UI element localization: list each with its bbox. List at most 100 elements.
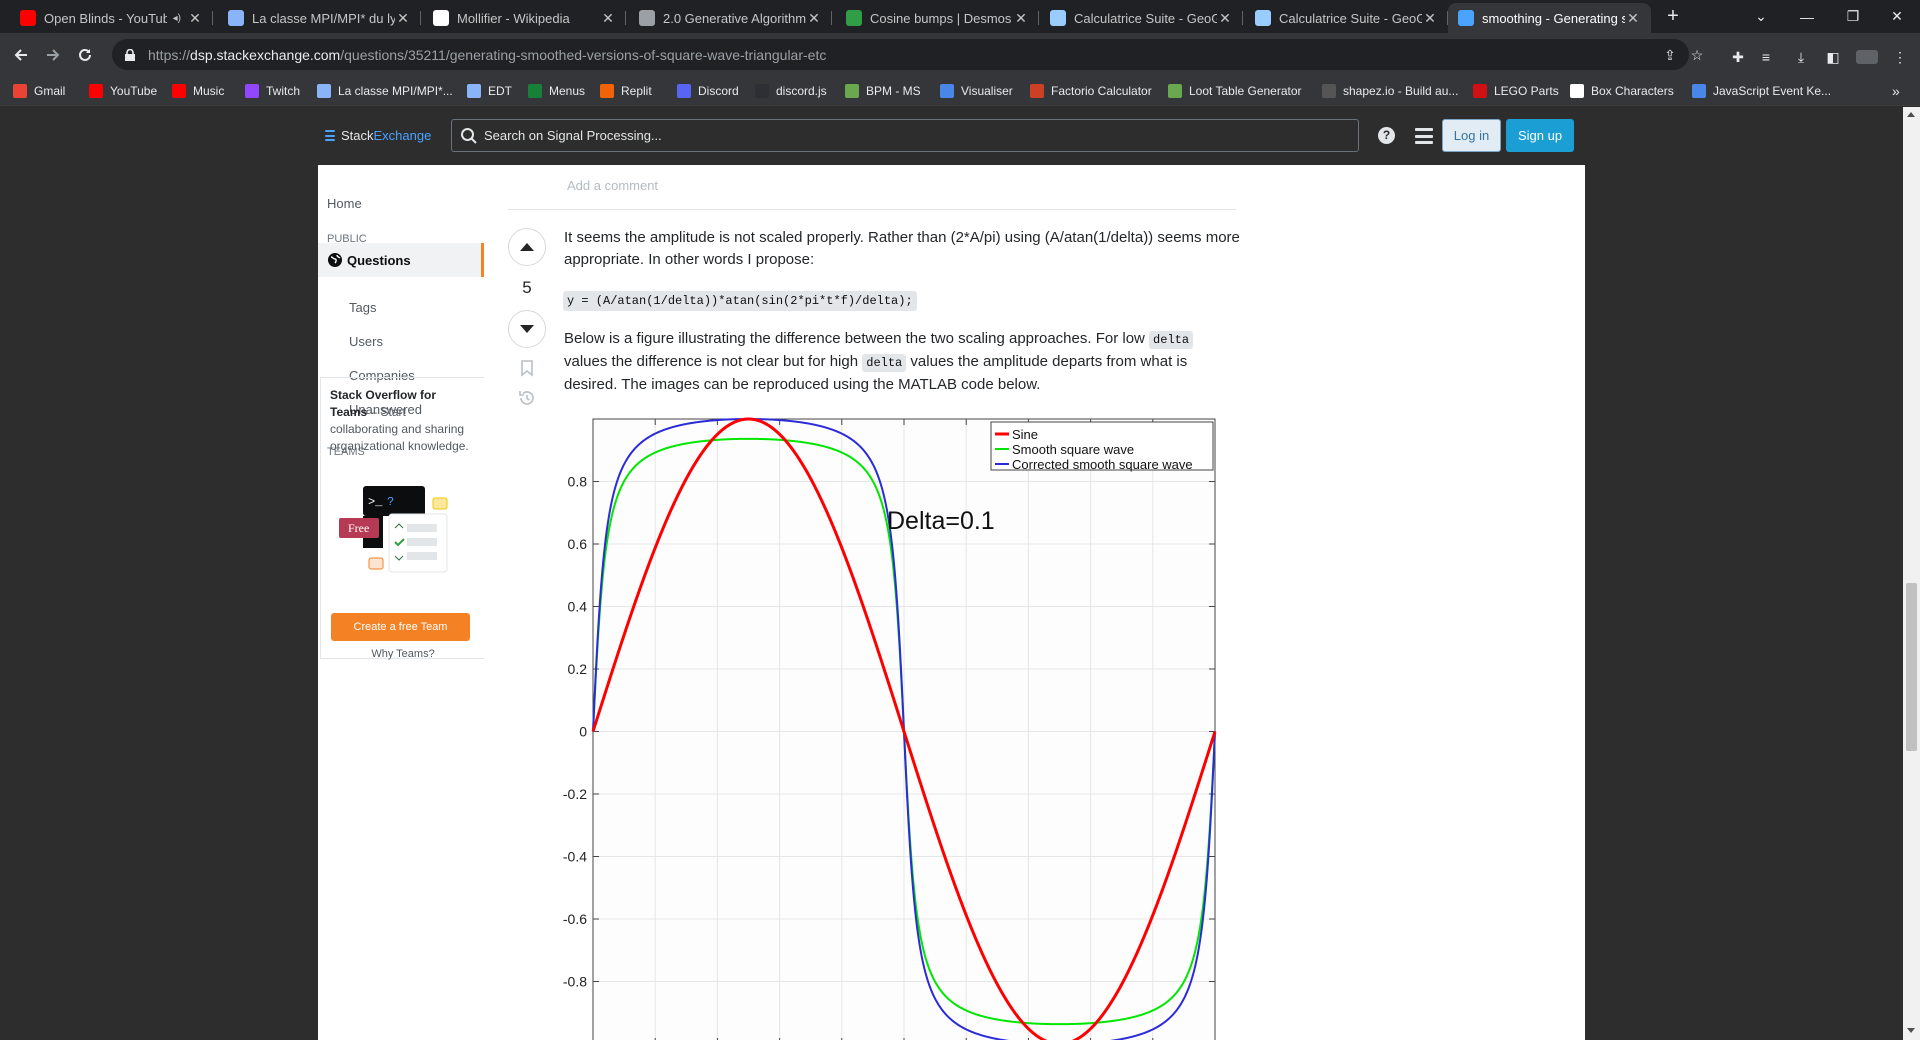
- browser-tab[interactable]: Open Blinds - YouTube ◂) ✕: [10, 3, 213, 33]
- bookmark-label: Loot Table Generator: [1189, 84, 1302, 98]
- tab-search-icon[interactable]: ⌄: [1738, 0, 1784, 33]
- scroll-up-icon[interactable]: [1907, 112, 1915, 117]
- side-panel-icon[interactable]: ◧: [1823, 48, 1843, 66]
- nav-home[interactable]: Home: [327, 196, 362, 211]
- tab-label: La classe MPI/MPI* du lycée: [252, 10, 395, 26]
- bookmark-item[interactable]: LEGO Parts: [1473, 83, 1559, 99]
- bookmark-favicon-icon: [317, 84, 331, 98]
- bookmark-item[interactable]: BPM - MS: [845, 83, 921, 99]
- bookmark-item[interactable]: Discord: [677, 83, 739, 99]
- bookmark-item[interactable]: EDT: [467, 83, 512, 99]
- bookmark-item[interactable]: shapez.io - Build au...: [1322, 83, 1458, 99]
- close-window-icon[interactable]: ✕: [1874, 0, 1920, 33]
- tab-close-icon[interactable]: ✕: [1422, 10, 1438, 27]
- menu-kebab-icon[interactable]: ⋮: [1890, 48, 1910, 66]
- reload-icon[interactable]: [71, 41, 99, 69]
- tab-separator: [420, 11, 421, 25]
- tab-close-icon[interactable]: ✕: [395, 10, 411, 27]
- browser-tab[interactable]: La classe MPI/MPI* du lycée✕: [218, 3, 421, 33]
- bookmark-item[interactable]: Replit: [600, 83, 652, 99]
- bookmark-item[interactable]: Box Characters: [1570, 83, 1674, 99]
- bookmark-favicon-icon: [1168, 84, 1182, 98]
- bookmarks-bar: Gmail YouTube Music Twitch La classe MPI/MPI…: [0, 76, 1920, 106]
- tab-close-icon[interactable]: ✕: [1217, 10, 1233, 27]
- bookmark-item[interactable]: Twitch: [245, 83, 300, 99]
- page-icon: [228, 10, 244, 26]
- tab-close-icon[interactable]: ✕: [1625, 10, 1641, 27]
- bookmark-item[interactable]: JavaScript Event Ke...: [1692, 83, 1831, 99]
- scroll-down-icon[interactable]: [1907, 1028, 1915, 1033]
- tab-close-icon[interactable]: ✕: [806, 10, 822, 27]
- geogebra-icon: [1255, 10, 1271, 26]
- new-tab-button[interactable]: +: [1659, 5, 1687, 29]
- site-search-box[interactable]: [451, 119, 1359, 152]
- wikipedia-icon: [433, 10, 449, 26]
- back-icon[interactable]: [7, 41, 35, 69]
- search-input[interactable]: [484, 128, 1344, 143]
- teams-promo: Stack Overflow for Teams – Start collabo…: [320, 377, 485, 660]
- restore-icon[interactable]: ❐: [1830, 0, 1876, 33]
- bookmark-label: discord.js: [776, 84, 827, 98]
- minimize-icon[interactable]: —: [1784, 0, 1830, 33]
- tab-close-icon[interactable]: ✕: [1013, 10, 1029, 27]
- lock-icon[interactable]: [124, 48, 136, 61]
- forward-icon[interactable]: [39, 41, 67, 69]
- tab-label: Calculatrice Suite - GeoGebra: [1279, 10, 1422, 26]
- address-bar[interactable]: https://dsp.stackexchange.com/questions/…: [112, 39, 1703, 70]
- tab-separator: [1038, 11, 1039, 25]
- stackexchange-logo[interactable]: Stack Exchange: [325, 128, 431, 143]
- why-teams-link[interactable]: Why Teams?: [321, 648, 485, 660]
- bookmark-item[interactable]: Loot Table Generator: [1168, 83, 1302, 99]
- bookmark-item[interactable]: Visualiser: [940, 83, 1013, 99]
- bookmark-item[interactable]: La classe MPI/MPI*...: [317, 83, 453, 99]
- downvote-button[interactable]: [508, 310, 546, 348]
- bookmark-label: Twitch: [266, 84, 301, 98]
- browser-tab[interactable]: Mollifier - Wikipedia ✕: [423, 3, 626, 33]
- nav-users[interactable]: Users: [349, 334, 383, 349]
- tab-close-icon[interactable]: ✕: [600, 10, 616, 27]
- bookmark-item[interactable]: discord.js: [755, 83, 827, 99]
- history-icon[interactable]: [518, 389, 536, 407]
- bookmarks-overflow-icon[interactable]: »: [1892, 83, 1900, 99]
- tab-separator: [1242, 11, 1243, 25]
- site-switcher-icon[interactable]: [1415, 128, 1433, 144]
- download-icon[interactable]: ⤓: [1791, 48, 1811, 66]
- answer-figure: -0.8 -0.6 -0.4 -0.2 0 0.2 0.4 0.6 0.8 Sine Smooth …: [548, 411, 1228, 1040]
- tab-label: Cosine bumps | Desmos: [870, 10, 1012, 26]
- media-queue-icon[interactable]: ≡: [1756, 48, 1776, 66]
- scrollbar-thumb[interactable]: [1906, 583, 1917, 751]
- bookmark-star-icon[interactable]: ☆: [1688, 46, 1706, 64]
- bookmark-icon[interactable]: [518, 359, 536, 377]
- tab-close-icon[interactable]: ✕: [187, 10, 203, 27]
- page-scrollbar[interactable]: [1903, 107, 1920, 1040]
- nav-tags[interactable]: Tags: [349, 300, 376, 315]
- login-button[interactable]: Log in: [1442, 119, 1501, 152]
- browser-tab[interactable]: Calculatrice Suite - GeoGebra✕: [1245, 3, 1448, 33]
- bookmark-favicon-icon: [1030, 84, 1044, 98]
- extensions-icon[interactable]: ✚: [1728, 48, 1748, 66]
- bookmark-item[interactable]: YouTube: [89, 83, 157, 99]
- separator: [508, 209, 1236, 210]
- tab-audio-icon[interactable]: ◂): [173, 13, 181, 24]
- upvote-button[interactable]: [508, 228, 546, 266]
- add-comment-link[interactable]: Add a comment: [567, 178, 658, 193]
- browser-tab[interactable]: 2.0 Generative Algorithm ✕: [629, 3, 832, 33]
- browser-tab[interactable]: smoothing - Generating smoothed✕: [1448, 3, 1651, 33]
- browser-tab[interactable]: Cosine bumps | Desmos ✕: [836, 3, 1039, 33]
- help-icon[interactable]: ?: [1378, 127, 1395, 144]
- bookmark-item[interactable]: Music: [172, 83, 224, 99]
- nav-questions[interactable]: Questions: [318, 243, 484, 277]
- bookmark-label: shapez.io - Build au...: [1343, 84, 1459, 98]
- browser-tab[interactable]: Calculatrice Suite - GeoGebra✕: [1040, 3, 1243, 33]
- tab-separator: [831, 11, 832, 25]
- profile-icon[interactable]: [1855, 48, 1879, 66]
- signup-button[interactable]: Sign up: [1506, 119, 1574, 152]
- bookmark-item[interactable]: Gmail: [13, 83, 65, 99]
- bookmark-favicon-icon: [467, 84, 481, 98]
- bookmark-item[interactable]: Factorio Calculator: [1030, 83, 1152, 99]
- bookmark-item[interactable]: Menus: [528, 83, 585, 99]
- bookmark-label: Music: [193, 84, 225, 98]
- share-icon[interactable]: ⇪: [1661, 46, 1679, 64]
- create-team-button[interactable]: Create a free Team: [331, 613, 470, 641]
- y-tick-label: 0.6: [568, 536, 588, 552]
